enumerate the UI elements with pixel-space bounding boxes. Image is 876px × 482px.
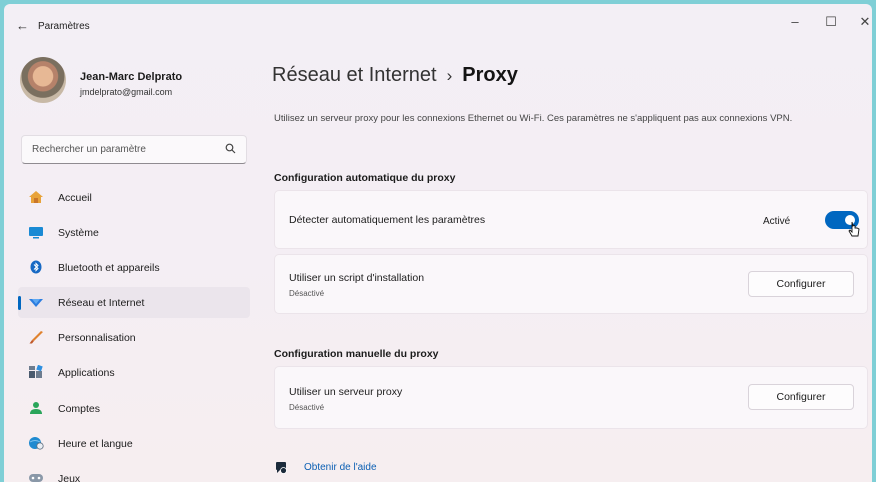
apps-icon xyxy=(28,364,44,379)
sidebar-item-heure-langue[interactable]: Heure et langue xyxy=(18,428,250,459)
close-button[interactable]: ✕ xyxy=(850,14,872,30)
person-icon xyxy=(28,401,44,415)
breadcrumb-separator: › xyxy=(446,66,453,85)
search-placeholder: Rechercher un paramètre xyxy=(32,144,146,155)
sidebar-item-label: Réseau et Internet xyxy=(58,297,145,309)
sidebar-item-jeux[interactable]: Jeux xyxy=(18,463,250,482)
search-input[interactable]: Rechercher un paramètre xyxy=(21,135,247,164)
sidebar-item-systeme[interactable]: Système xyxy=(18,217,250,248)
globe-clock-icon xyxy=(28,436,44,450)
network-icon xyxy=(28,295,44,309)
setting-card-detect: Détecter automatiquement les paramètres … xyxy=(274,190,868,249)
page-description: Utilisez un serveur proxy pour les conne… xyxy=(274,113,793,124)
brush-icon xyxy=(28,330,44,344)
section-title-manual: Configuration manuelle du proxy xyxy=(274,348,439,360)
selection-indicator xyxy=(18,296,21,310)
breadcrumb-parent[interactable]: Réseau et Internet xyxy=(272,64,437,86)
system-icon xyxy=(28,225,44,239)
sidebar-item-accueil[interactable]: Accueil xyxy=(18,182,250,213)
setting-label: Détecter automatiquement les paramètres xyxy=(289,214,486,226)
sidebar-item-label: Accueil xyxy=(58,192,92,204)
sidebar-item-applications[interactable]: Applications xyxy=(18,357,250,388)
home-icon xyxy=(28,190,44,204)
setting-status: Désactivé xyxy=(289,403,325,412)
setting-status: Désactivé xyxy=(289,289,325,298)
avatar[interactable] xyxy=(20,57,66,103)
minimize-button[interactable]: – xyxy=(780,14,810,29)
sidebar-item-label: Système xyxy=(58,227,99,239)
sidebar-item-bluetooth[interactable]: Bluetooth et appareils xyxy=(18,252,250,283)
toggle-state-label: Activé xyxy=(763,216,791,227)
gamepad-icon xyxy=(28,471,44,482)
user-name: Jean-Marc Delprato xyxy=(80,71,183,83)
sidebar-item-label: Bluetooth et appareils xyxy=(58,262,160,274)
sidebar-item-comptes[interactable]: Comptes xyxy=(18,393,250,424)
configure-server-button[interactable]: Configurer xyxy=(748,384,854,410)
title-bar: ← Paramètres – ☐ ✕ xyxy=(4,4,872,48)
app-title: Paramètres xyxy=(38,21,90,32)
setting-card-script: Utiliser un script d'installation Désact… xyxy=(274,254,868,314)
sidebar-item-reseau[interactable]: Réseau et Internet xyxy=(18,287,250,318)
sidebar-item-personnalisation[interactable]: Personnalisation xyxy=(18,322,250,353)
back-arrow-icon[interactable]: ← xyxy=(16,18,29,33)
configure-script-button[interactable]: Configurer xyxy=(748,271,854,297)
sidebar-item-label: Comptes xyxy=(58,403,101,415)
maximize-button[interactable]: ☐ xyxy=(816,14,846,30)
sidebar-item-label: Applications xyxy=(58,367,115,379)
mouse-cursor-icon xyxy=(848,221,860,237)
setting-label: Utiliser un script d'installation xyxy=(289,272,425,284)
settings-window: ← Paramètres – ☐ ✕ Jean-Marc Delprato jm… xyxy=(4,4,872,482)
setting-card-server: Utiliser un serveur proxy Désactivé Conf… xyxy=(274,366,868,429)
section-title-auto: Configuration automatique du proxy xyxy=(274,172,456,184)
breadcrumb: Réseau et Internet › Proxy xyxy=(272,64,518,87)
bluetooth-icon xyxy=(28,260,44,274)
search-icon[interactable] xyxy=(225,143,236,157)
setting-label: Utiliser un serveur proxy xyxy=(289,386,403,398)
sidebar-item-label: Personnalisation xyxy=(58,332,136,344)
user-email: jmdelprato@gmail.com xyxy=(80,87,173,97)
help-icon xyxy=(276,462,287,474)
page-title: Proxy xyxy=(462,64,518,86)
help-link-label[interactable]: Obtenir de l'aide xyxy=(304,462,377,473)
sidebar-item-label: Heure et langue xyxy=(58,438,133,450)
sidebar-item-label: Jeux xyxy=(58,473,81,482)
